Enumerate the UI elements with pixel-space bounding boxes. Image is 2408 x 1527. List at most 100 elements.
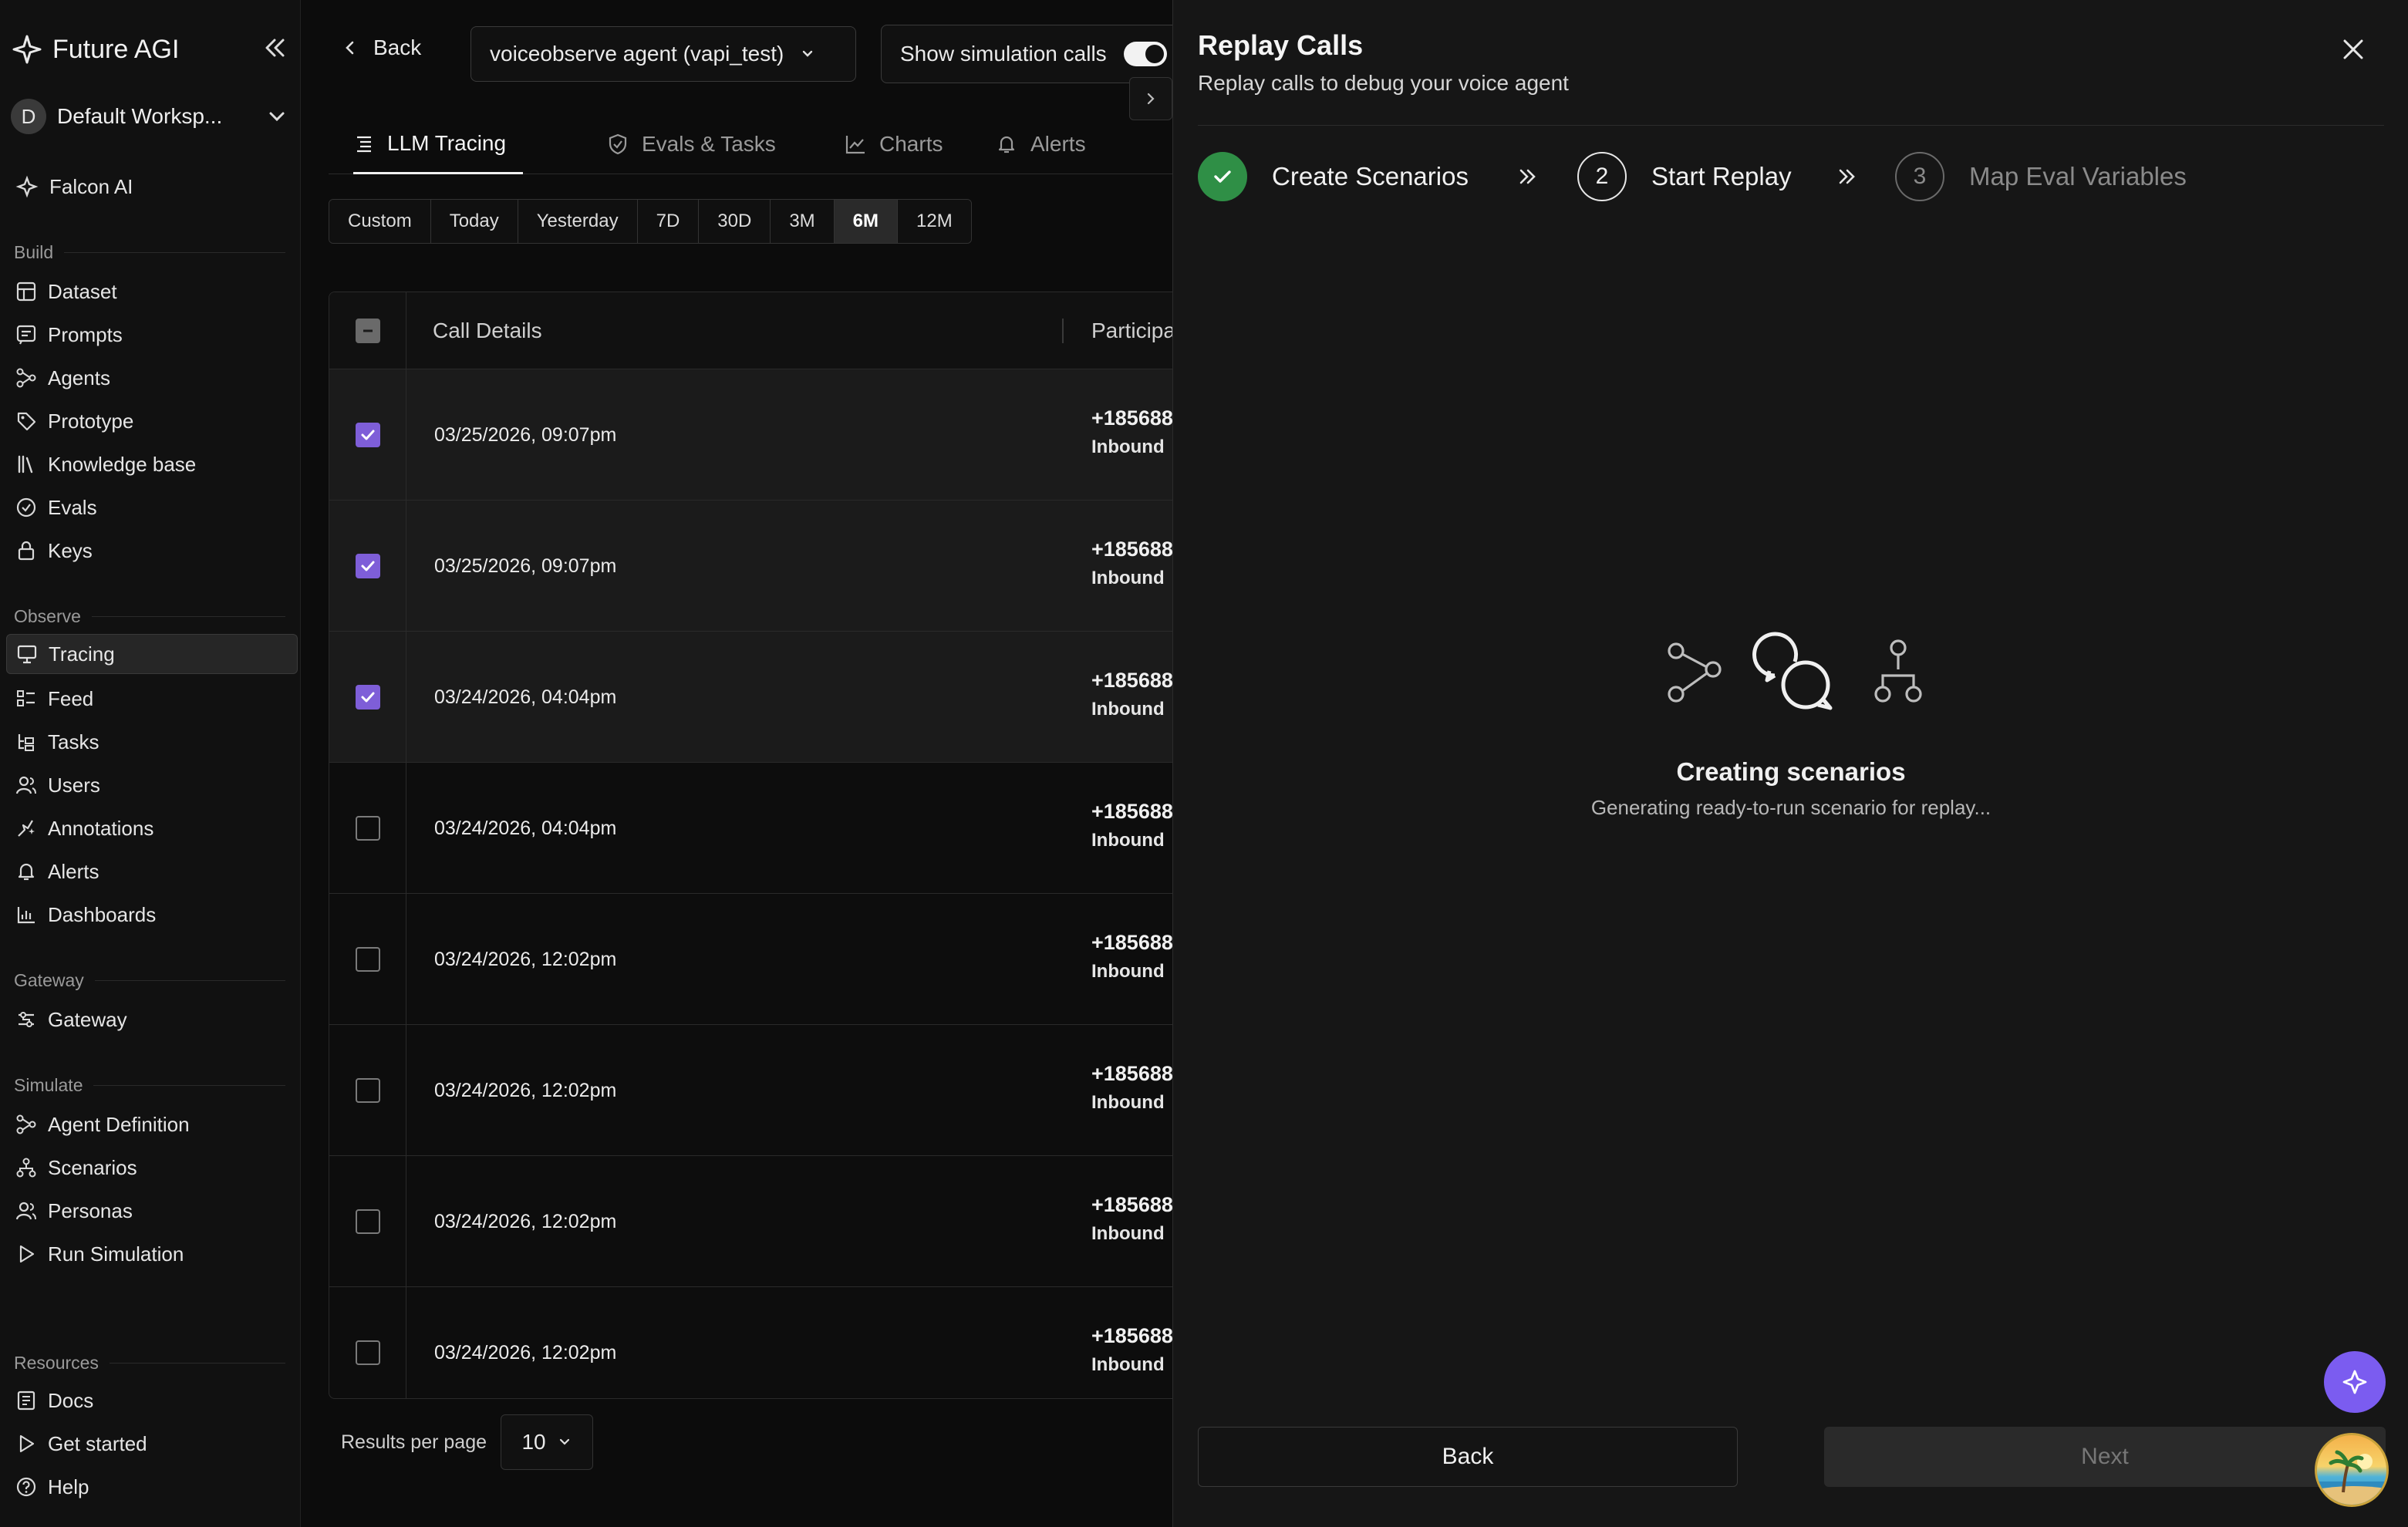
table-row[interactable]: 03/24/2026, 12:02pm +185688 Inbound xyxy=(329,1287,1172,1398)
sidebar-item-agent-definition[interactable]: Agent Definition xyxy=(6,1104,298,1144)
row-checkbox[interactable] xyxy=(355,816,380,841)
step-create-scenarios[interactable]: Create Scenarios xyxy=(1198,151,1469,202)
call-direction: Inbound xyxy=(1091,1223,1165,1244)
table-row[interactable]: 03/24/2026, 04:04pm +185688 Inbound xyxy=(329,632,1172,763)
sidebar-item-agents[interactable]: Agents xyxy=(6,358,298,398)
sidebar-item-keys[interactable]: Keys xyxy=(6,531,298,571)
sidebar-item-evals[interactable]: Evals xyxy=(6,487,298,528)
tab-evals-tasks[interactable]: Evals & Tasks xyxy=(606,114,776,174)
sidebar-item-gateway[interactable]: Gateway xyxy=(6,999,298,1040)
personas-icon xyxy=(15,1202,36,1220)
select-all-cell xyxy=(329,292,406,369)
range-3m[interactable]: 3M xyxy=(771,200,835,243)
creating-scenarios-illustration xyxy=(1668,632,1922,710)
range-today[interactable]: Today xyxy=(430,200,518,243)
select-all-checkbox[interactable] xyxy=(355,319,380,343)
sidebar-item-dashboards[interactable]: Dashboards xyxy=(6,895,298,935)
sidebar-item-docs[interactable]: Docs xyxy=(6,1380,298,1421)
prompt-icon xyxy=(16,325,36,345)
sidebar-item-prompts[interactable]: Prompts xyxy=(6,315,298,355)
simulation-calls-toggle[interactable]: Show simulation calls xyxy=(881,25,1189,83)
step-number-badge: 3 xyxy=(1895,152,1944,201)
sidebar-item-run-simulation[interactable]: Run Simulation xyxy=(6,1234,298,1274)
chat-bubbles-icon xyxy=(1752,632,1833,710)
sidebar-item-knowledge-base[interactable]: Knowledge base xyxy=(6,444,298,484)
sidebar: Future AGI D Default Worksp... Falcon AI… xyxy=(0,0,301,1527)
section-title-build: Build xyxy=(14,242,285,263)
row-select-cell xyxy=(329,1025,406,1156)
sidebar-item-personas[interactable]: Personas xyxy=(6,1191,298,1231)
row-checkbox[interactable] xyxy=(355,1209,380,1234)
row-checkbox[interactable] xyxy=(355,685,380,710)
step-map-eval-variables[interactable]: 3 Map Eval Variables xyxy=(1895,151,2187,202)
back-button[interactable]: Back xyxy=(341,35,421,60)
participant-cell: +185688 Inbound xyxy=(1091,1193,1172,1245)
row-checkbox[interactable] xyxy=(355,1340,380,1365)
sidebar-item-users[interactable]: Users xyxy=(6,765,298,805)
table-row[interactable]: 03/24/2026, 12:02pm +185688 Inbound xyxy=(329,1025,1172,1156)
collapse-sidebar-icon[interactable] xyxy=(259,32,290,63)
row-checkbox[interactable] xyxy=(355,1078,380,1103)
sidebar-item-alerts[interactable]: Alerts xyxy=(6,851,298,892)
column-header-participant[interactable]: Participa xyxy=(1091,292,1172,369)
workspace-selector[interactable]: D Default Worksp... xyxy=(11,97,288,136)
table-header: Call Details Participa xyxy=(329,292,1172,369)
sidebar-item-scenarios[interactable]: Scenarios xyxy=(6,1148,298,1188)
drawer-back-button[interactable]: Back xyxy=(1198,1427,1738,1487)
step-start-replay[interactable]: 2 Start Replay xyxy=(1577,151,1792,202)
results-per-page: Results per page 10 xyxy=(341,1414,594,1470)
row-checkbox[interactable] xyxy=(355,423,380,447)
sidebar-item-annotations[interactable]: Annotations xyxy=(6,808,298,848)
sidebar-item-feed[interactable]: Feed xyxy=(6,679,298,719)
list-icon xyxy=(17,690,35,706)
sidebar-item-help[interactable]: Help xyxy=(6,1467,298,1507)
column-header-call-details[interactable]: Call Details xyxy=(433,292,542,369)
assistant-fab-button[interactable] xyxy=(2324,1351,2386,1413)
user-avatar[interactable] xyxy=(2315,1433,2389,1507)
tab-alerts[interactable]: Alerts xyxy=(995,114,1086,174)
sidebar-item-get-started[interactable]: Get started xyxy=(6,1424,298,1464)
participant-phone: +185688 xyxy=(1091,406,1172,430)
table-row[interactable]: 03/24/2026, 12:02pm +185688 Inbound xyxy=(329,1156,1172,1287)
gateway-icon xyxy=(19,1012,34,1027)
call-date: 03/24/2026, 04:04pm xyxy=(434,686,617,708)
section-title-simulate: Simulate xyxy=(14,1075,285,1096)
workspace-avatar: D xyxy=(11,99,46,134)
chevrons-right-icon xyxy=(1839,169,1855,184)
chevron-down-icon xyxy=(269,112,285,122)
range-yesterday[interactable]: Yesterday xyxy=(518,200,638,243)
chevron-down-icon xyxy=(803,50,813,57)
table-row[interactable]: 03/24/2026, 04:04pm +185688 Inbound xyxy=(329,763,1172,894)
toggle-switch[interactable] xyxy=(1123,42,1167,66)
sidebar-item-prototype[interactable]: Prototype xyxy=(6,401,298,441)
results-per-page-select[interactable]: 10 xyxy=(501,1414,594,1470)
table-row[interactable]: 03/25/2026, 09:07pm +185688 Inbound xyxy=(329,501,1172,632)
drawer-title: Replay Calls xyxy=(1198,29,1364,61)
table-row[interactable]: 03/24/2026, 12:02pm +185688 Inbound xyxy=(329,894,1172,1025)
drawer-next-button[interactable]: Next xyxy=(1824,1427,2386,1487)
sidebar-item-tracing[interactable]: Tracing xyxy=(6,634,298,674)
range-7d[interactable]: 7D xyxy=(637,200,700,243)
agent-select[interactable]: voiceobserve agent (vapi_test) xyxy=(470,26,856,82)
range-custom[interactable]: Custom xyxy=(329,200,431,243)
table-row[interactable]: 03/25/2026, 09:07pm +185688 Inbound xyxy=(329,369,1172,501)
tab-llm-tracing[interactable]: LLM Tracing xyxy=(353,114,524,174)
list-tree-icon xyxy=(357,136,371,152)
range-6m[interactable]: 6M xyxy=(834,200,898,243)
row-checkbox[interactable] xyxy=(355,554,380,578)
sidebar-item-falcon-ai[interactable]: Falcon AI xyxy=(6,167,298,207)
range-30d[interactable]: 30D xyxy=(699,200,771,243)
sidebar-item-dataset[interactable]: Dataset xyxy=(6,271,298,312)
column-resize-handle[interactable] xyxy=(1062,319,1064,343)
bell-icon xyxy=(18,863,35,881)
brand-logo[interactable]: Future AGI xyxy=(12,29,179,69)
close-icon[interactable] xyxy=(2338,34,2369,65)
hierarchy-icon xyxy=(1874,639,1922,703)
row-select-cell xyxy=(329,763,406,894)
row-select-cell xyxy=(329,632,406,763)
tab-charts[interactable]: Charts xyxy=(844,114,943,174)
docs-icon xyxy=(17,1390,35,1411)
row-checkbox[interactable] xyxy=(355,947,380,972)
range-12m[interactable]: 12M xyxy=(898,200,971,243)
sidebar-item-tasks[interactable]: Tasks xyxy=(6,722,298,762)
